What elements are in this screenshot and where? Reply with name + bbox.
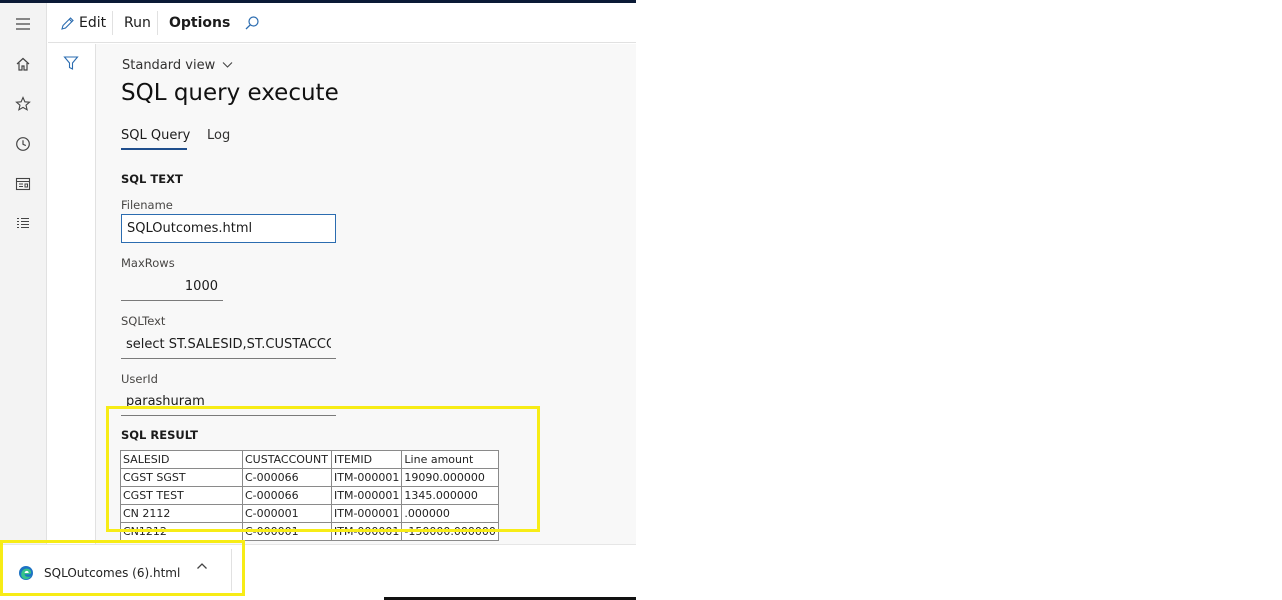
tab-sql-query[interactable]: SQL Query xyxy=(121,128,190,143)
column-header: CUSTACCOUNT xyxy=(242,450,332,469)
sqltext-label: SQLText xyxy=(121,314,166,328)
sql-result-table: SALESID CUSTACCOUNT ITEMID Line amount C… xyxy=(120,450,499,541)
workspace-icon[interactable] xyxy=(8,169,38,199)
userid-field[interactable] xyxy=(121,387,336,416)
hamburger-icon[interactable] xyxy=(8,9,38,39)
action-toolbar: Edit Run Options xyxy=(48,3,636,43)
toolbar-divider xyxy=(112,11,113,35)
navigation-rail xyxy=(0,3,47,600)
sqltext-field[interactable] xyxy=(121,330,336,359)
chevron-up-icon[interactable] xyxy=(196,559,208,573)
table-cell: CGST SGST xyxy=(120,468,243,487)
table-cell: ITM-000001 xyxy=(330,504,403,523)
table-row: CN 2112 C-000001 ITM-000001 .000000 xyxy=(120,504,499,523)
options-button[interactable]: Options xyxy=(169,3,230,43)
download-bar-divider xyxy=(231,549,232,591)
filter-pane xyxy=(48,44,96,600)
options-label: Options xyxy=(169,15,231,31)
download-filename: SQLOutcomes (6).html xyxy=(44,566,181,580)
tab-log[interactable]: Log xyxy=(207,128,230,143)
table-cell: ITM-000001 xyxy=(330,486,403,505)
table-cell: -150000.000000 xyxy=(401,522,499,541)
view-selector-label: Standard view xyxy=(122,58,216,73)
table-cell: 1345.000000 xyxy=(401,486,499,505)
edit-label: Edit xyxy=(79,15,107,31)
edit-button[interactable]: Edit xyxy=(60,3,106,43)
maxrows-label: MaxRows xyxy=(121,256,175,270)
star-icon[interactable] xyxy=(8,89,38,119)
edge-browser-icon xyxy=(18,565,34,581)
view-selector[interactable]: Standard view xyxy=(122,58,233,73)
filename-label: Filename xyxy=(121,198,173,212)
table-header-row: SALESID CUSTACCOUNT ITEMID Line amount xyxy=(120,450,499,469)
table-cell: C-000066 xyxy=(242,486,332,505)
filter-icon[interactable] xyxy=(60,52,82,74)
chevron-down-icon xyxy=(222,58,233,73)
page-title: SQL query execute xyxy=(121,80,339,106)
modules-icon[interactable] xyxy=(8,209,38,239)
table-cell: .000000 xyxy=(401,504,499,523)
download-bar: SQLOutcomes (6).html xyxy=(0,544,636,600)
userid-label: UserId xyxy=(121,372,158,386)
table-row: CGST TEST C-000066 ITM-000001 1345.00000… xyxy=(120,486,499,505)
home-icon[interactable] xyxy=(8,49,38,79)
column-header: Line amount xyxy=(401,450,499,469)
clock-icon[interactable] xyxy=(8,129,38,159)
maxrows-field[interactable] xyxy=(121,272,223,301)
pencil-icon xyxy=(60,16,75,31)
column-header: ITEMID xyxy=(330,450,403,469)
filename-field[interactable] xyxy=(121,214,336,243)
app-window: Edit Run Options Standard view SQL query… xyxy=(0,0,636,600)
table-cell: CN1212 xyxy=(120,522,243,541)
table-row: CN1212 C-000001 ITM-000001 -150000.00000… xyxy=(120,522,499,541)
table-row: CGST SGST C-000066 ITM-000001 19090.0000… xyxy=(120,468,499,487)
download-item[interactable]: SQLOutcomes (6).html xyxy=(8,549,230,597)
table-cell: ITM-000001 xyxy=(330,468,403,487)
run-label: Run xyxy=(124,15,151,31)
table-cell: C-000066 xyxy=(242,468,332,487)
column-header: SALESID xyxy=(120,450,243,469)
table-cell: CGST TEST xyxy=(120,486,243,505)
sql-result-heading: SQL RESULT xyxy=(121,428,198,442)
run-button[interactable]: Run xyxy=(124,3,151,43)
table-cell: C-000001 xyxy=(242,504,332,523)
active-tab-indicator xyxy=(121,148,187,150)
table-cell: CN 2112 xyxy=(120,504,243,523)
toolbar-divider xyxy=(157,11,158,35)
search-icon[interactable] xyxy=(244,3,260,43)
table-cell: 19090.000000 xyxy=(401,468,499,487)
main-content: Standard view SQL query execute SQL Quer… xyxy=(96,44,636,544)
table-cell: ITM-000001 xyxy=(330,522,403,541)
sql-text-heading: SQL TEXT xyxy=(121,172,183,186)
table-cell: C-000001 xyxy=(242,522,332,541)
